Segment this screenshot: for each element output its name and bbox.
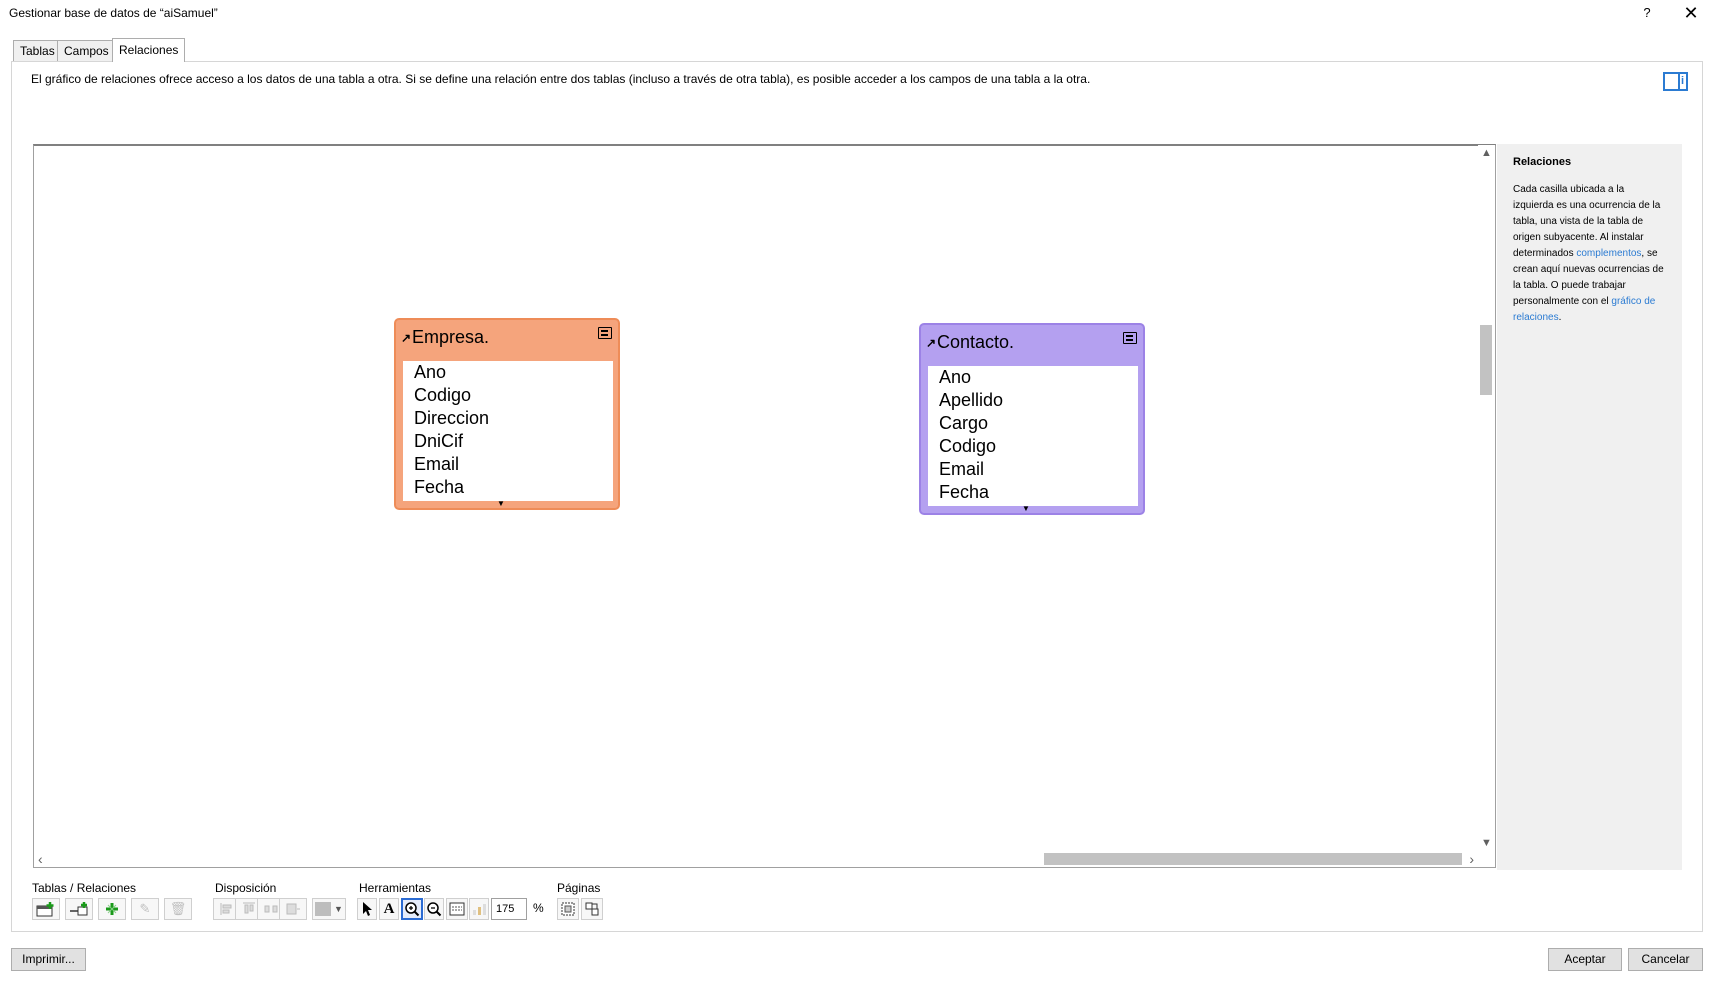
table-name: Empresa. — [412, 327, 490, 347]
table-header[interactable]: ↗ Contacto. — [921, 325, 1143, 363]
field-item[interactable]: Cargo — [928, 412, 1138, 435]
zoom-in-icon[interactable] — [401, 898, 423, 920]
table-occurrence-contacto[interactable]: ↗ Contacto. Ano Apellido Cargo Codigo Em… — [919, 323, 1145, 515]
field-list[interactable]: Ano Apellido Cargo Codigo Email Fecha — [928, 366, 1138, 506]
pointer-tool-icon[interactable] — [357, 898, 377, 920]
side-panel-text: Cada casilla ubicada a la izquierda es u… — [1513, 182, 1666, 326]
zoom-unit: % — [533, 901, 544, 915]
field-item[interactable]: DniCif — [403, 430, 613, 453]
table-occurrence-empresa[interactable]: ↗ Empresa. Ano Codigo Direccion DniCif E… — [394, 318, 620, 510]
window-title: Gestionar base de datos de “aiSamuel” — [9, 6, 218, 20]
field-item[interactable]: Codigo — [403, 384, 613, 407]
collapse-icon[interactable] — [1123, 332, 1137, 344]
chart-tool-icon[interactable] — [469, 898, 489, 920]
cancel-button[interactable]: Cancelar — [1628, 948, 1703, 971]
add-relationship-icon[interactable] — [65, 898, 93, 920]
group-label-tools: Herramientas — [359, 881, 432, 895]
group-label-pages: Páginas — [557, 881, 601, 895]
title-bar — [0, 0, 1714, 28]
field-item[interactable]: Direccion — [403, 407, 613, 430]
color-picker-dropdown[interactable]: ▼ — [312, 898, 346, 920]
field-item[interactable]: Email — [403, 453, 613, 476]
side-panel-title: Relaciones — [1513, 156, 1572, 168]
scrollbar-thumb[interactable] — [1480, 325, 1492, 395]
help-side-panel: Relaciones Cada casilla ubicada a la izq… — [1497, 144, 1682, 870]
resize-icon[interactable] — [279, 898, 307, 920]
external-arrow-icon: ↗ — [926, 336, 937, 350]
tab-campos[interactable]: Campos — [57, 40, 116, 62]
show-page-breaks-icon[interactable] — [557, 898, 579, 920]
edit-pencil-icon[interactable]: ✎ — [131, 898, 159, 920]
field-list[interactable]: Ano Codigo Direccion DniCif Email Fecha — [403, 361, 613, 501]
add-table-icon[interactable] — [32, 898, 60, 920]
scrollbar-thumb[interactable] — [1044, 853, 1462, 865]
table-header[interactable]: ↗ Empresa. — [396, 320, 618, 358]
page-setup-icon[interactable] — [581, 898, 603, 920]
page-view-icon[interactable] — [446, 898, 468, 920]
table-name: Contacto. — [937, 332, 1015, 352]
print-button[interactable]: Imprimir... — [11, 948, 86, 971]
complementos-link[interactable]: complementos — [1576, 248, 1641, 259]
scroll-down-icon[interactable]: ▼ — [1022, 504, 1030, 513]
duplicate-icon[interactable] — [98, 898, 126, 920]
tab-relaciones[interactable]: Relaciones — [112, 38, 186, 62]
zoom-out-icon[interactable] — [424, 898, 444, 920]
field-item[interactable]: Email — [928, 458, 1138, 481]
field-item[interactable]: Fecha — [928, 481, 1138, 504]
field-item[interactable]: Ano — [928, 366, 1138, 389]
field-item[interactable]: Fecha — [403, 476, 613, 499]
collapse-icon[interactable] — [598, 327, 612, 339]
side-text-part: . — [1558, 312, 1562, 323]
text-tool-icon[interactable]: A — [379, 898, 399, 920]
external-arrow-icon: ↗ — [401, 331, 412, 345]
group-label-layout: Disposición — [215, 881, 277, 895]
field-item[interactable]: Ano — [403, 361, 613, 384]
help-button[interactable]: ? — [1636, 3, 1658, 23]
group-label-tables-relations: Tablas / Relaciones — [32, 881, 137, 895]
close-button[interactable]: ✕ — [1678, 2, 1704, 24]
scroll-left-arrow-icon[interactable]: ‹ — [38, 851, 43, 867]
scroll-down-icon[interactable]: ▼ — [497, 499, 505, 508]
vertical-scrollbar[interactable]: ▲ ▼ — [1478, 145, 1495, 851]
scroll-up-arrow-icon[interactable]: ▲ — [1481, 147, 1492, 159]
scroll-down-arrow-icon[interactable]: ▼ — [1481, 837, 1492, 849]
delete-trash-icon[interactable]: 🗑 — [164, 898, 192, 920]
zoom-level-input[interactable] — [491, 898, 527, 920]
description-text: El gráfico de relaciones ofrece acceso a… — [31, 72, 1091, 86]
relationship-graph[interactable]: ↗ Empresa. Ano Codigo Direccion DniCif E… — [33, 144, 1496, 868]
field-item[interactable]: Codigo — [928, 435, 1138, 458]
tab-tablas[interactable]: Tablas — [13, 40, 62, 62]
ok-button[interactable]: Aceptar — [1548, 948, 1622, 971]
scroll-right-arrow-icon[interactable]: › — [1469, 851, 1474, 867]
horizontal-scrollbar[interactable]: ‹ › — [34, 851, 1478, 867]
info-panel-toggle-icon[interactable]: i — [1663, 72, 1688, 91]
field-item[interactable]: Apellido — [928, 389, 1138, 412]
